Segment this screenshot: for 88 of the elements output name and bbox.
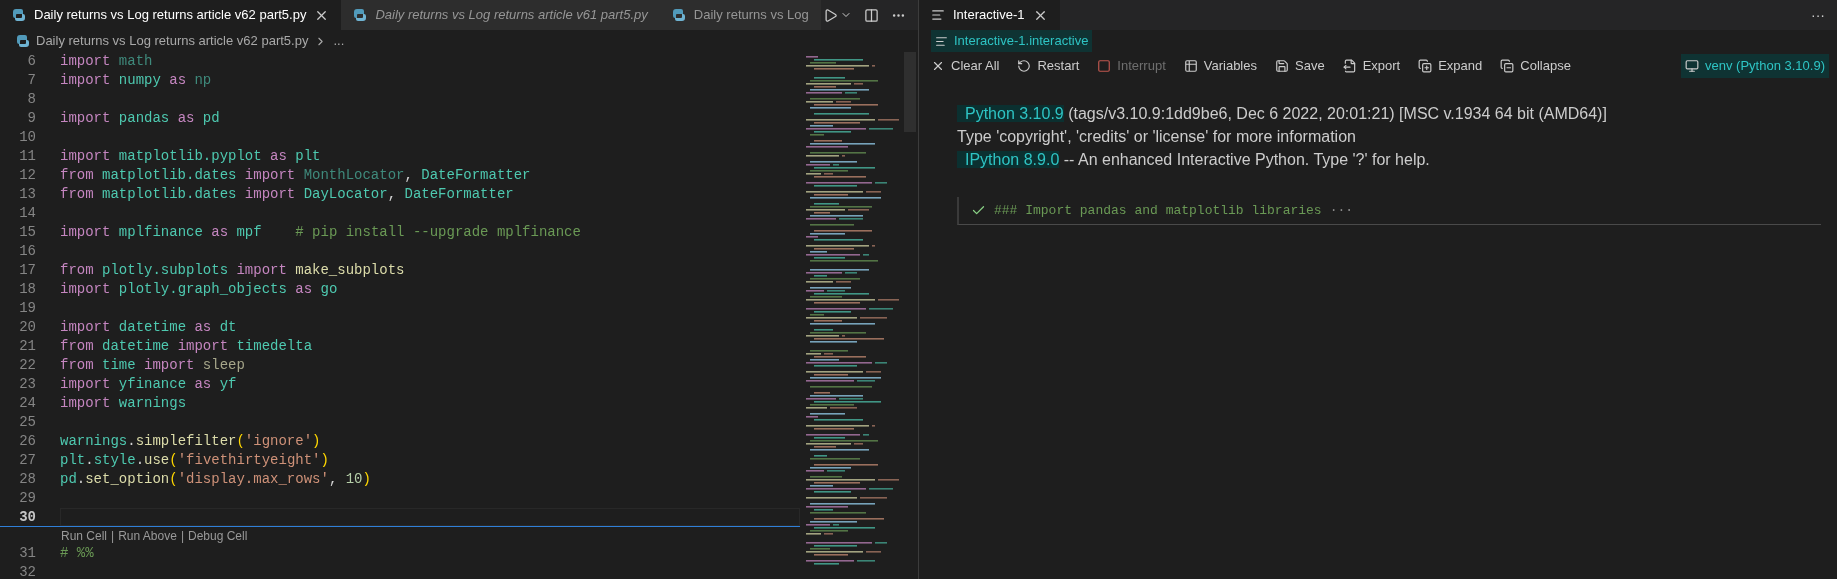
table-icon	[1183, 59, 1198, 73]
line-number: 28	[18, 470, 36, 489]
codelens-separator: |	[111, 527, 115, 545]
code-line: import yfinance as yf	[60, 375, 237, 394]
line-number: 19	[18, 299, 36, 318]
line-number: 25	[18, 413, 36, 432]
line-number: 12	[18, 166, 36, 185]
line-number: 24	[18, 394, 36, 413]
line-number: 11	[18, 147, 36, 166]
lines-icon	[935, 34, 948, 48]
toolbar-button[interactable]: Restart	[1017, 56, 1080, 76]
toolbar-button[interactable]: Save	[1275, 56, 1325, 76]
code-line: import pandas as pd	[60, 109, 220, 128]
toolbar-button[interactable]: Collapse	[1500, 56, 1571, 76]
toolbar-button[interactable]: Clear All	[931, 56, 1000, 76]
restart-icon	[1017, 59, 1032, 73]
breadcrumb-more[interactable]: ...	[333, 31, 345, 51]
code-line: from time import sleep	[60, 356, 245, 375]
code-line: import matplotlib.pyplot as plt	[60, 147, 321, 166]
line-number: 18	[18, 280, 36, 299]
line-number: 27	[18, 451, 36, 470]
toolbar-button[interactable]: Variables	[1183, 56, 1257, 76]
code-line: from plotly.subplots import make_subplots	[60, 261, 405, 280]
line-number: 31	[18, 544, 36, 563]
code-line: plt.style.use('fivethirtyeight')	[60, 451, 329, 470]
code-line: from matplotlib.dates import MonthLocator, DateFormatter	[60, 166, 531, 185]
collapse-icon	[1500, 59, 1515, 73]
line-number: 17	[18, 261, 36, 280]
file-type-icon	[16, 34, 30, 48]
square-icon	[1097, 59, 1112, 73]
run-icon[interactable]	[823, 7, 838, 23]
collapsed-ellipsis[interactable]: ···	[1329, 200, 1354, 221]
codelens-link[interactable]: Run Cell	[61, 526, 108, 545]
save-icon	[1275, 59, 1289, 73]
line-number: 26	[18, 432, 36, 451]
code-line: import plotly.graph_objects as go	[60, 280, 338, 299]
code-line: pd.set_option('display.max_rows', 10)	[60, 470, 371, 489]
line-number: 16	[18, 242, 36, 261]
line-number: 23	[18, 375, 36, 394]
line-number: 7	[26, 71, 36, 90]
toolbar-button[interactable]: Export	[1342, 56, 1401, 76]
line-number: 20	[18, 318, 36, 337]
line-number: 21	[18, 337, 36, 356]
more-actions[interactable]: ···	[1811, 4, 1825, 26]
close-icon	[931, 59, 945, 73]
code-line: import datetime as dt	[60, 318, 237, 337]
codelens-separator: |	[180, 527, 184, 545]
line-number: 14	[18, 204, 36, 223]
editor-tab[interactable]: Daily returns vs Log	[659, 0, 821, 30]
line-number: 13	[18, 185, 36, 204]
codelens-link[interactable]: Run Above	[118, 526, 177, 545]
line-number: 29	[18, 489, 36, 508]
code-line: # %%	[60, 544, 94, 563]
line-number: 10	[18, 128, 36, 147]
code-line: import numpy as np	[60, 71, 212, 90]
editor-tab[interactable]: Daily returns vs Log returns article v62 part5.py	[0, 0, 342, 30]
line-number: 15	[18, 223, 36, 242]
line-number: 32	[18, 563, 36, 579]
export-icon	[1342, 59, 1357, 73]
code-line: from matplotlib.dates import DayLocator, DateFormatter	[60, 185, 514, 204]
code-line: import warnings	[60, 394, 187, 413]
line-number: 22	[18, 356, 36, 375]
breadcrumb-file[interactable]: Daily returns vs Log returns article v62 part5.py	[36, 31, 309, 51]
kernel-picker[interactable]: venv (Python 3.10.9)	[1681, 54, 1829, 78]
breadcrumb-item[interactable]: Interactive-1.interactive	[931, 30, 1093, 52]
line-number: 6	[26, 52, 36, 71]
output-line: Python 3.10.9 (tags/v3.10.9:1dd9be6, Dec 6 2022, 20:01:21) [MSC v.1934 64 bit (AMD64)]	[957, 102, 1837, 125]
line-number: 9	[26, 109, 36, 128]
code-line: import mplfinance as mpf # pip install --upgrade mplfinance	[60, 223, 581, 242]
line-number: 8	[26, 90, 36, 109]
interactive-tab[interactable]: Interactive-1	[919, 0, 1060, 30]
code-line: import math	[60, 52, 153, 71]
codelens-link[interactable]: Debug Cell	[188, 526, 248, 545]
expand-icon	[1418, 59, 1433, 73]
file-type-icon	[353, 8, 368, 22]
file-type-icon	[671, 8, 686, 22]
lines-icon	[931, 8, 945, 22]
computer-icon	[1685, 59, 1700, 73]
cell-code[interactable]: ### Import pandas and matplotlib libraries	[994, 200, 1322, 221]
editor-tab[interactable]: Daily returns vs Log returns article v61 part5.py	[341, 0, 660, 30]
toolbar-button[interactable]: Expand	[1418, 56, 1483, 76]
code-line: warnings.simplefilter('ignore')	[60, 432, 321, 451]
line-number: 30	[18, 507, 36, 527]
file-type-icon	[12, 8, 26, 22]
output-line: IPython 8.9.0 -- An enhanced Interactive Python. Type '?' for help.	[957, 148, 1837, 171]
output-line: Type 'copyright', 'credits' or 'license' for more information	[957, 127, 1357, 147]
split-editor-icon[interactable]	[864, 7, 879, 23]
code-line: from datetime import timedelta	[60, 337, 313, 356]
